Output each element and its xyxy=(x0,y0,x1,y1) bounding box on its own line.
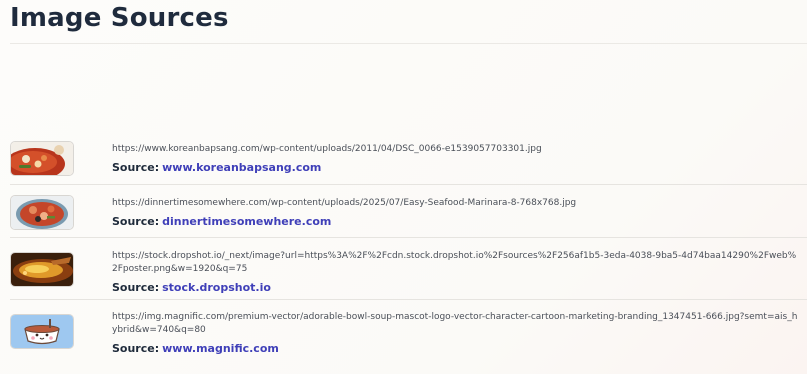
list-item: https://www.koreanbapsang.com/wp-content… xyxy=(10,132,807,185)
thumbnail-image[interactable] xyxy=(10,314,74,349)
source-link[interactable]: www.magnific.com xyxy=(162,342,279,355)
image-url: https://stock.dropshot.io/_next/image?ur… xyxy=(112,251,797,274)
page-title: Image Sources xyxy=(10,3,229,33)
thumbnail-image[interactable] xyxy=(10,252,74,287)
thumbnail-image[interactable] xyxy=(10,141,74,176)
thumbnail-image[interactable] xyxy=(10,195,74,230)
source-link[interactable]: stock.dropshot.io xyxy=(162,281,271,294)
title-divider xyxy=(10,43,807,44)
source-link[interactable]: dinnertimesomewhere.com xyxy=(162,215,331,228)
list-item: https://dinnertimesomewhere.com/wp-conte… xyxy=(10,185,807,238)
source-line: Source: stock.dropshot.io xyxy=(112,281,801,294)
source-label: Source: xyxy=(112,281,160,294)
source-line: Source: www.magnific.com xyxy=(112,342,801,355)
source-link[interactable]: www.koreanbapsang.com xyxy=(162,161,321,174)
image-source-list: https://www.koreanbapsang.com/wp-content… xyxy=(10,132,807,362)
source-label: Source: xyxy=(112,215,160,228)
image-url: https://img.magnific.com/premium-vector/… xyxy=(112,312,798,335)
source-label: Source: xyxy=(112,342,160,355)
source-line: Source: www.koreanbapsang.com xyxy=(112,161,801,174)
image-url: https://www.koreanbapsang.com/wp-content… xyxy=(112,144,542,154)
source-label: Source: xyxy=(112,161,160,174)
list-item: https://img.magnific.com/premium-vector/… xyxy=(10,300,807,362)
list-item: https://stock.dropshot.io/_next/image?ur… xyxy=(10,238,807,300)
source-line: Source: dinnertimesomewhere.com xyxy=(112,215,801,228)
image-url: https://dinnertimesomewhere.com/wp-conte… xyxy=(112,198,577,208)
